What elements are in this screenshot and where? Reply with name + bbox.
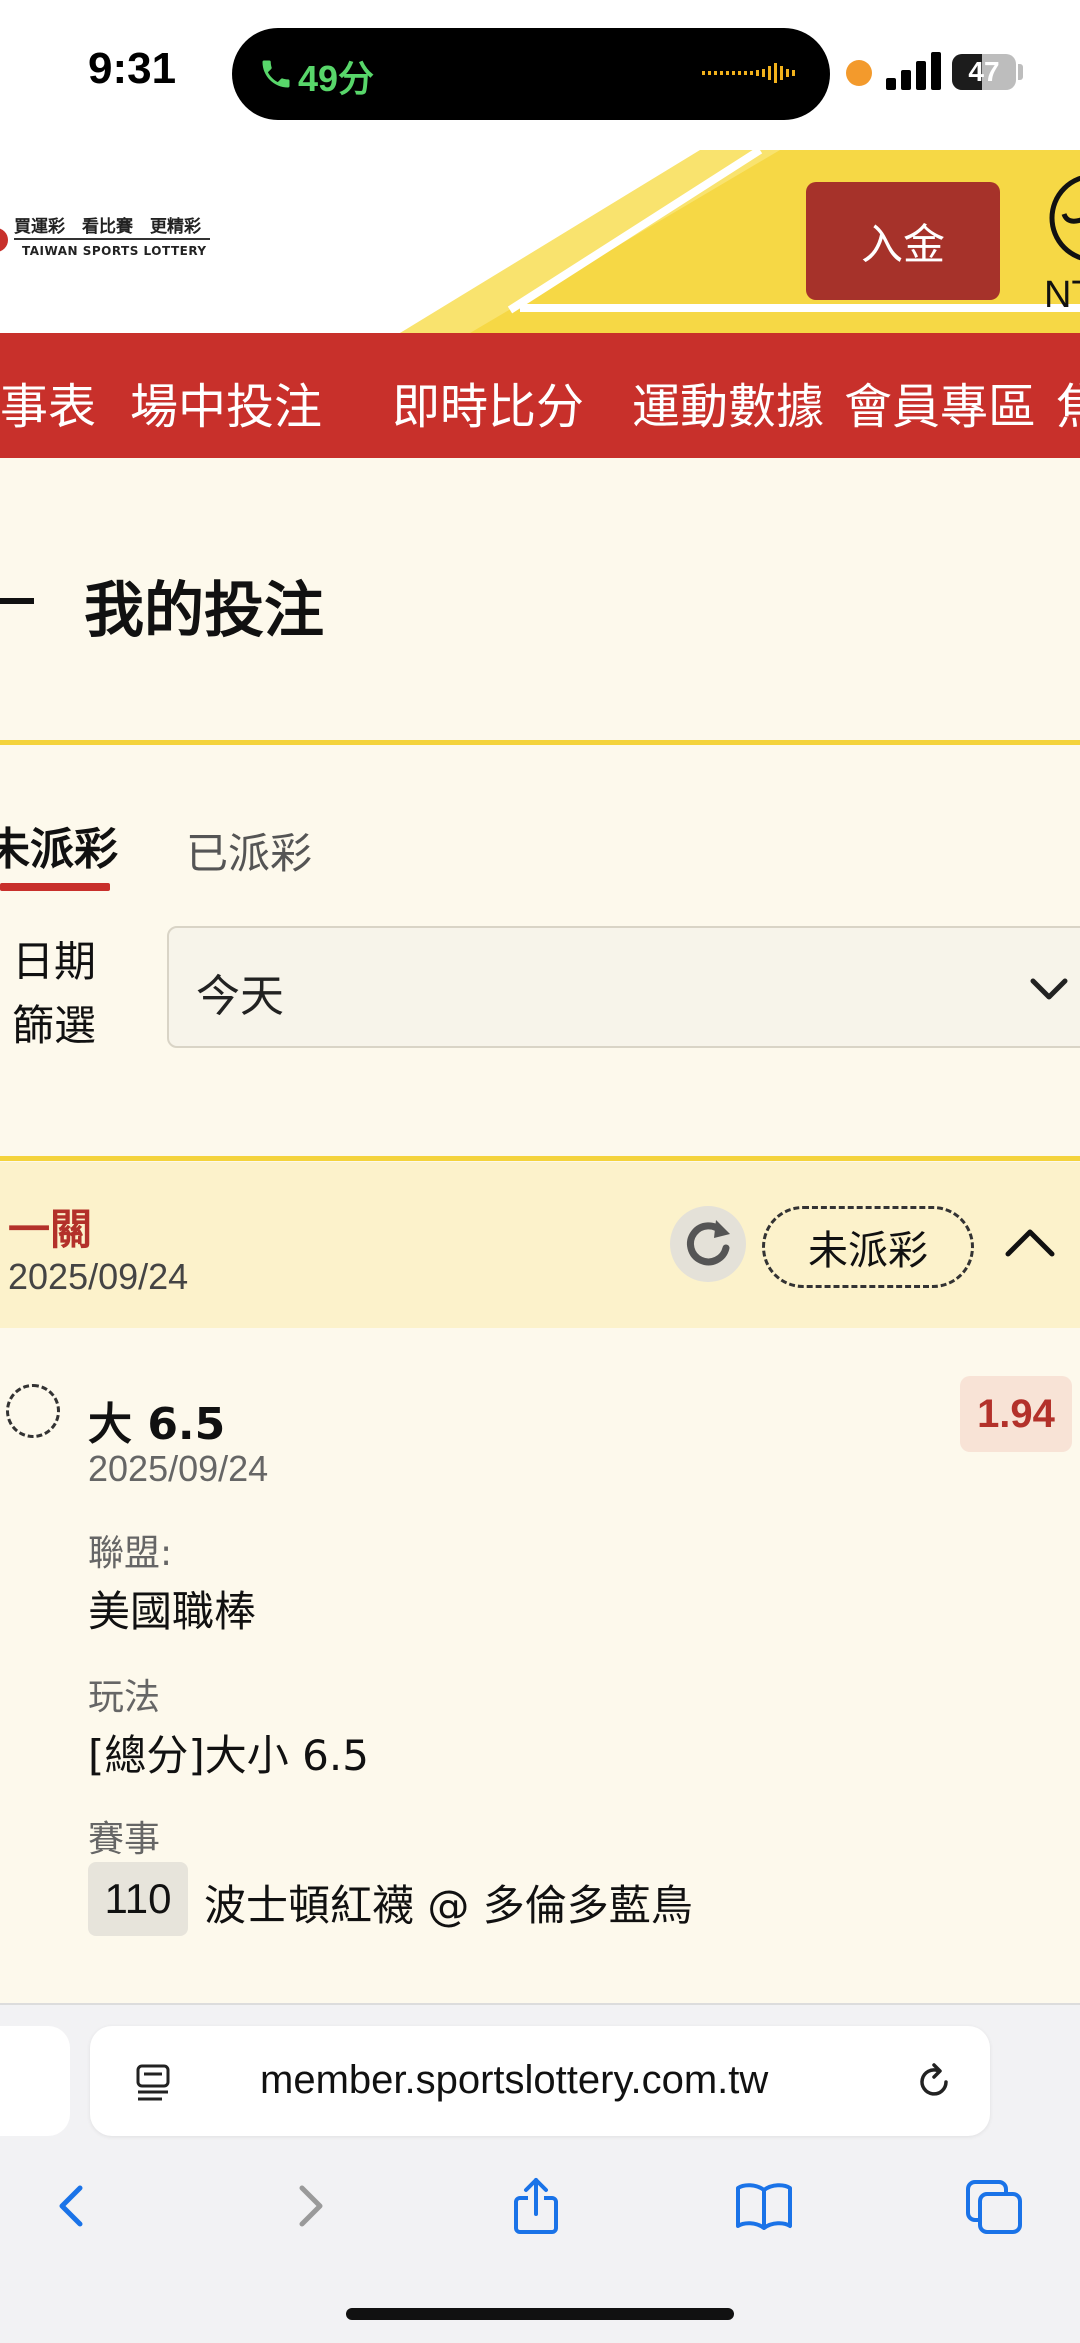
nav-item-member[interactable]: 會員專區 — [844, 367, 1036, 437]
recording-dot-icon — [846, 60, 872, 86]
balance-icon[interactable] — [1046, 168, 1080, 268]
nav-item-stats[interactable]: 運動數據 — [632, 367, 824, 437]
date-filter-label: 日期 篩選 — [12, 937, 97, 1050]
tab-settled[interactable]: 已派彩 — [186, 820, 312, 881]
league-label: 聯盟: — [88, 1533, 173, 1574]
card-top-border — [0, 1156, 1080, 1161]
sports-lottery-logo[interactable]: 買運彩 看比賽 更精彩 TAIWAN SPORTS LOTTERY — [0, 200, 220, 280]
logo-divider — [14, 238, 210, 240]
event-name: 波士頓紅襪 @ 多倫多藍鳥 — [204, 1881, 693, 1930]
reader-icon[interactable] — [134, 2062, 174, 2102]
market-label: 玩法 — [88, 1677, 161, 1718]
tabs-icon[interactable] — [964, 2176, 1024, 2236]
chevron-down-icon — [1030, 978, 1068, 1000]
tab-active-indicator — [0, 883, 110, 891]
title-accent — [0, 598, 34, 604]
home-indicator[interactable] — [346, 2308, 734, 2320]
share-icon[interactable] — [506, 2176, 566, 2236]
back-icon[interactable] — [44, 2176, 104, 2236]
reload-icon[interactable] — [912, 2060, 956, 2104]
tab-unsettled[interactable]: 未派彩 — [0, 813, 118, 877]
bet-date: 2025/09/24 — [8, 1256, 189, 1297]
event-label: 賽事 — [88, 1819, 161, 1860]
waveform-icon — [702, 63, 795, 83]
deposit-button[interactable]: 入金 — [806, 182, 1000, 300]
currency-label: NT — [1044, 274, 1080, 316]
nav-item-live-scores[interactable]: 即時比分 — [392, 367, 584, 437]
url-text[interactable]: member.sportslottery.com.tw — [260, 2058, 768, 2103]
bookmarks-icon[interactable] — [734, 2176, 794, 2236]
status-badge: 未派彩 — [762, 1206, 974, 1288]
logo-slogan: 買運彩 看比賽 更精彩 — [14, 217, 201, 237]
nav-item-focus[interactable]: 焦點 — [1056, 367, 1080, 437]
bet-selection: 大 6.5 — [88, 1399, 226, 1450]
signal-icon — [886, 52, 941, 90]
title-divider — [0, 740, 1080, 745]
previous-tab-stub[interactable] — [0, 2026, 70, 2136]
refresh-icon — [687, 1220, 730, 1266]
league-value: 美國職棒 — [88, 1587, 257, 1636]
refresh-button[interactable] — [670, 1206, 746, 1282]
forward-icon[interactable] — [278, 2176, 338, 2236]
battery-level: 47 — [968, 56, 1000, 87]
pending-icon — [6, 1384, 60, 1438]
battery-tip — [1018, 64, 1023, 80]
call-duration: 49分 — [298, 58, 375, 99]
page-title: 我的投注 — [84, 576, 324, 646]
main-nav: 賽事表 場中投注 即時比分 運動數據 會員專區 焦點 — [0, 333, 1080, 458]
status-time: 9:31 — [88, 44, 177, 93]
chevron-up-icon[interactable] — [1004, 1226, 1056, 1258]
bet-type: 一關 — [8, 1205, 93, 1254]
market-value: [總分]大小 6.5 — [88, 1731, 369, 1780]
odds-badge: 1.94 — [960, 1376, 1072, 1452]
nav-item-schedule[interactable]: 賽事表 — [0, 367, 96, 437]
event-number: 110 — [88, 1862, 188, 1936]
selection-date: 2025/09/24 — [88, 1448, 269, 1489]
logo-english: TAIWAN SPORTS LOTTERY — [22, 244, 207, 258]
nav-item-live-betting[interactable]: 場中投注 — [130, 367, 322, 437]
date-filter-select[interactable] — [167, 926, 1080, 1048]
date-filter-value: 今天 — [196, 971, 284, 1022]
call-icon — [262, 60, 290, 88]
